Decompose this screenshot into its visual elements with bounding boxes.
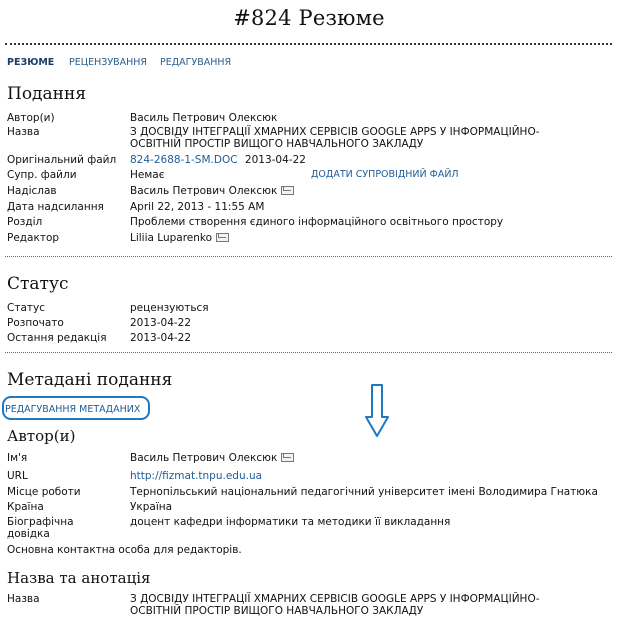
file-date: 2013-04-22: [244, 154, 306, 166]
label: URL: [7, 470, 28, 482]
label: Країна: [7, 501, 44, 513]
label: Оригінальний файл: [7, 154, 117, 166]
tab-editing[interactable]: РЕДАГУВАННЯ: [160, 57, 231, 68]
value: 824-2688-1-SM.DOC 2013-04-22: [130, 154, 610, 166]
submission-heading: Подання: [7, 84, 87, 104]
title-line-2: ОСВІТНІЙ ПРОСТІР ВИЩОГО НАВЧАЛЬНОГО ЗАКЛ…: [130, 138, 424, 150]
envelope-icon[interactable]: [281, 452, 295, 462]
metadata-heading: Метадані подання: [7, 370, 173, 390]
section-divider: [5, 352, 612, 353]
value: З ДОСВІДУ ІНТЕГРАЦІЇ ХМАРНИХ СЕРВІСІВ GO…: [130, 593, 610, 617]
down-arrow-icon: [365, 384, 389, 437]
value: Василь Петрович Олексюк: [130, 452, 610, 464]
title-divider: [5, 43, 612, 45]
label: Місце роботи: [7, 486, 81, 498]
editor-name: Liliia Luparenko: [130, 232, 213, 244]
label: Редактор: [7, 232, 60, 244]
label: Остання редакція: [7, 332, 107, 344]
label: Супр. файли: [7, 169, 77, 181]
status-heading: Статус: [7, 274, 69, 294]
label: Розділ: [7, 216, 43, 228]
author-name: Василь Петрович Олексюк: [130, 452, 278, 464]
value: доцент кафедри інформатики та методики ї…: [130, 516, 451, 528]
original-file-link[interactable]: 824-2688-1-SM.DOC: [130, 154, 238, 166]
label: Автор(и): [7, 112, 55, 124]
label: Статус: [7, 302, 45, 314]
label: Розпочато: [7, 317, 64, 329]
value: April 22, 2013 - 11:55 AM: [130, 201, 265, 213]
edit-metadata-link[interactable]: РЕДАГУВАННЯ МЕТАДАНИХ: [5, 404, 140, 415]
value: Liliia Luparenko: [130, 232, 610, 244]
authors-heading: Автор(и): [7, 427, 76, 445]
title-line-1: З ДОСВІДУ ІНТЕГРАЦІЇ ХМАРНИХ СЕРВІСІВ GO…: [130, 126, 540, 138]
label: Біографічна довідка: [7, 516, 127, 540]
label: Надіслав: [7, 185, 57, 197]
submitter-name: Василь Петрович Олексюк: [130, 185, 278, 197]
bio-label-line-2: довідка: [7, 528, 50, 540]
add-supp-file-link[interactable]: ДОДАТИ СУПРОВІДНИЙ ФАЙЛ: [311, 169, 459, 181]
value: Тернопільський національний педагогічний…: [130, 486, 598, 498]
value: Проблеми створення єдиного інформаційног…: [130, 216, 504, 228]
contact-note: Основна контактна особа для редакторів.: [7, 544, 242, 556]
value: Василь Петрович Олексюк: [130, 185, 610, 197]
label: Дата надсилання: [7, 201, 104, 213]
title-line-1: З ДОСВІДУ ІНТЕГРАЦІЇ ХМАРНИХ СЕРВІСІВ GO…: [130, 593, 540, 605]
bio-label-line-1: Біографічна: [7, 516, 74, 528]
title-line-2: ОСВІТНІЙ ПРОСТІР ВИЩОГО НАВЧАЛЬНОГО ЗАКЛ…: [130, 605, 424, 617]
value: 2013-04-22: [130, 332, 192, 344]
value: 2013-04-22: [130, 317, 192, 329]
section-divider: [5, 256, 612, 257]
label: Назва: [7, 593, 40, 605]
value: рецензуються: [130, 302, 209, 314]
label: Назва: [7, 126, 40, 138]
value: Україна: [130, 501, 173, 513]
value: З ДОСВІДУ ІНТЕГРАЦІЇ ХМАРНИХ СЕРВІСІВ GO…: [130, 126, 610, 150]
tab-review[interactable]: РЕЦЕНЗУВАННЯ: [69, 57, 147, 68]
author-url-link[interactable]: http://fizmat.tnpu.edu.ua: [130, 470, 610, 482]
tab-summary[interactable]: РЕЗЮМЕ: [7, 57, 54, 68]
envelope-icon[interactable]: [216, 232, 230, 242]
page-title: #824 Резюме: [233, 6, 385, 30]
envelope-icon[interactable]: [281, 185, 295, 195]
label: Ім'я: [7, 452, 28, 464]
value: Василь Петрович Олексюк: [130, 112, 278, 124]
title-abstract-heading: Назва та анотація: [7, 569, 151, 587]
